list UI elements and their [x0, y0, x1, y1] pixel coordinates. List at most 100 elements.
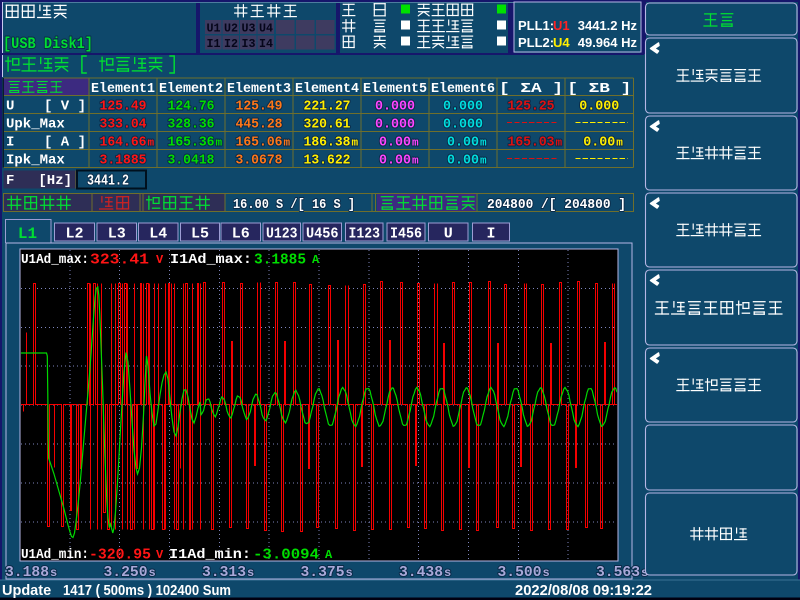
svg-text:204800 /[ 204800 ]: 204800 /[ 204800 ]: [487, 197, 626, 213]
svg-text:3.0418: 3.0418: [168, 153, 215, 169]
svg-text:3.438: 3.438: [399, 564, 443, 581]
svg-text:3441.2 Hz: 3441.2 Hz: [578, 18, 638, 33]
svg-text:m: m: [352, 138, 359, 150]
svg-text:[Hz]: [Hz]: [38, 173, 72, 189]
svg-text:2022/08/08 09:19:22: 2022/08/08 09:19:22: [515, 583, 652, 599]
svg-text:13.622: 13.622: [304, 153, 351, 169]
svg-text:328.36: 328.36: [168, 117, 215, 133]
svg-text:U: U: [6, 99, 14, 115]
svg-text:Upk_Max: Upk_Max: [6, 117, 65, 133]
svg-text:m: m: [556, 138, 563, 150]
svg-text:m: m: [216, 138, 223, 150]
svg-text:1417 ( 500ms ) 102400 Sum: 1417 ( 500ms ) 102400 Sum: [63, 583, 231, 599]
svg-text:0.00: 0.00: [583, 135, 615, 151]
svg-text:m: m: [412, 138, 419, 150]
svg-text:I1Ad_min:: I1Ad_min:: [169, 547, 251, 563]
svg-text:125.49: 125.49: [236, 99, 283, 115]
svg-text:Element1: Element1: [91, 81, 155, 97]
svg-text:L3: L3: [108, 226, 126, 243]
svg-text:U4: U4: [553, 35, 570, 50]
svg-text:s: s: [50, 566, 57, 580]
svg-text:V: V: [156, 548, 164, 562]
svg-text:PLL1:: PLL1:: [518, 18, 554, 33]
svg-text:0.00: 0.00: [379, 135, 411, 151]
svg-text:221.27: 221.27: [304, 99, 351, 115]
svg-text:0.00: 0.00: [379, 153, 411, 169]
svg-text:165.36: 165.36: [168, 135, 215, 151]
svg-text:165.03: 165.03: [508, 135, 555, 151]
svg-text:I: I: [487, 226, 496, 243]
svg-text:I3: I3: [242, 37, 256, 51]
svg-text:125.49: 125.49: [100, 99, 147, 115]
svg-text:I123: I123: [349, 226, 381, 243]
svg-text:U1: U1: [553, 18, 570, 33]
svg-text:3.0678: 3.0678: [236, 153, 283, 169]
svg-text:L5: L5: [191, 226, 209, 243]
svg-text:0.00: 0.00: [447, 135, 479, 151]
svg-text:I1Ad_max:: I1Ad_max:: [170, 252, 252, 268]
svg-text:164.66: 164.66: [100, 135, 147, 151]
svg-text:3.1885: 3.1885: [100, 153, 147, 169]
svg-text:m: m: [412, 156, 419, 168]
svg-text:L6: L6: [232, 226, 250, 243]
svg-text:Element2: Element2: [159, 81, 223, 97]
svg-text:L1: L1: [18, 225, 37, 243]
svg-text:U1Ad_max:: U1Ad_max:: [21, 252, 89, 268]
svg-text:PLL2:: PLL2:: [518, 35, 554, 50]
svg-text:16.00 S /[ 16 S ]: 16.00 S /[ 16 S ]: [233, 197, 355, 213]
svg-text:3441.2: 3441.2: [87, 173, 129, 190]
svg-text:0.000: 0.000: [375, 99, 415, 115]
svg-text:s: s: [444, 566, 451, 580]
svg-text:125.25: 125.25: [508, 99, 555, 115]
svg-text:s: s: [543, 566, 550, 580]
svg-text:m: m: [480, 138, 487, 150]
svg-text:0.000: 0.000: [579, 99, 619, 115]
svg-text:I1: I1: [207, 37, 221, 51]
svg-text:m: m: [480, 156, 487, 168]
svg-text:U2: U2: [224, 22, 238, 36]
svg-text:s: s: [247, 566, 254, 580]
svg-text:3.500: 3.500: [498, 564, 542, 581]
svg-text:m: m: [284, 138, 291, 150]
svg-text:U123: U123: [266, 226, 298, 243]
svg-text:U3: U3: [242, 22, 256, 36]
svg-text:[USB Disk1]: [USB Disk1]: [3, 35, 93, 53]
svg-text:L2: L2: [66, 226, 84, 243]
svg-text:m: m: [148, 138, 155, 150]
svg-text:U1: U1: [207, 22, 221, 36]
svg-text:F: F: [6, 173, 14, 189]
svg-text:s: s: [149, 566, 156, 580]
svg-text:323.41: 323.41: [90, 252, 149, 269]
svg-text:[ ΣA ]: [ ΣA ]: [499, 81, 563, 97]
svg-text:V: V: [156, 253, 164, 267]
svg-text:U4: U4: [259, 22, 273, 36]
svg-text:-3.0094: -3.0094: [253, 547, 319, 564]
svg-text:A: A: [325, 548, 333, 562]
svg-text:3.375: 3.375: [301, 564, 345, 581]
svg-text:0.00: 0.00: [447, 153, 479, 169]
svg-text:Ipk_Max: Ipk_Max: [6, 153, 65, 169]
svg-text:U456: U456: [306, 226, 339, 243]
svg-text:Update: Update: [2, 583, 51, 599]
svg-text:3.1885: 3.1885: [254, 252, 306, 269]
svg-text:U: U: [444, 226, 453, 243]
svg-text:-320.95: -320.95: [89, 547, 151, 564]
svg-text:3.188: 3.188: [5, 564, 49, 581]
svg-text:U1Ad_min:: U1Ad_min:: [21, 547, 89, 563]
svg-text:186.38: 186.38: [304, 135, 351, 151]
svg-text:[ ΣB ]: [ ΣB ]: [567, 81, 631, 97]
svg-text:0.000: 0.000: [443, 99, 483, 115]
svg-text:Element3: Element3: [227, 81, 291, 97]
svg-text:I4: I4: [259, 37, 273, 51]
svg-text:3.250: 3.250: [104, 564, 148, 581]
svg-text:124.76: 124.76: [168, 99, 215, 115]
svg-text:Element6: Element6: [431, 81, 495, 97]
svg-text:Element4: Element4: [295, 81, 359, 97]
svg-text:s: s: [346, 566, 353, 580]
svg-text:445.28: 445.28: [236, 117, 283, 133]
svg-text:[ V ]: [ V ]: [44, 99, 86, 115]
svg-text:m: m: [616, 138, 623, 150]
svg-text:0.000: 0.000: [443, 117, 483, 133]
svg-text:A: A: [312, 253, 320, 267]
svg-text:I: I: [6, 135, 14, 151]
